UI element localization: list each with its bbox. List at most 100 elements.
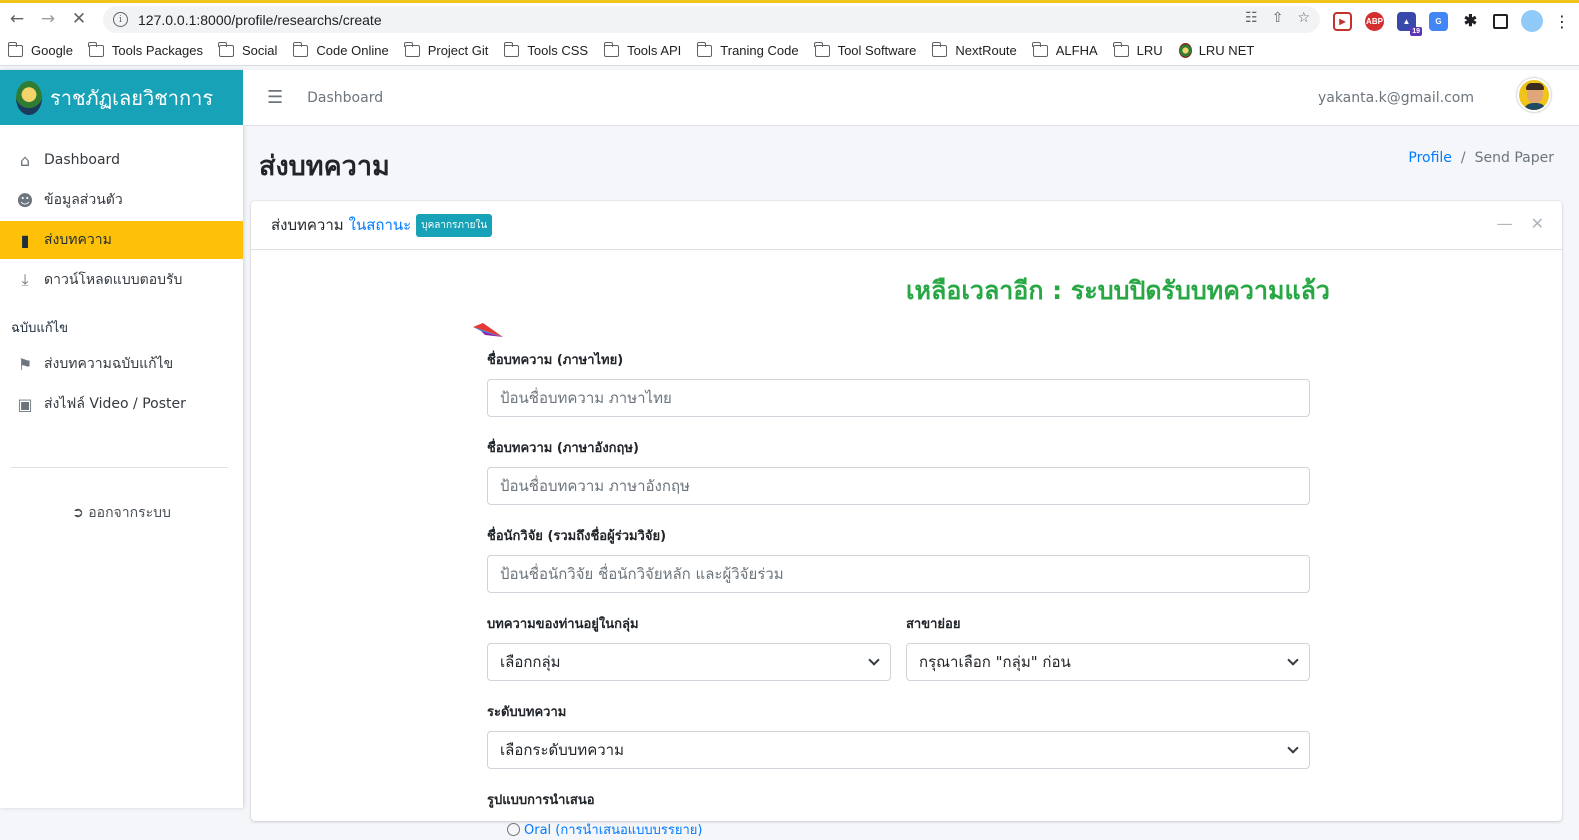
adblock-ext-icon[interactable]: ABP [1365,11,1384,31]
bookmark-label: Tools CSS [527,43,589,58]
bookmark-label: Tools API [627,43,682,58]
bookmark-nextroute[interactable]: NextRoute [931,41,1017,58]
url-text: 127.0.0.1:8000/profile/researchs/create [138,11,382,28]
card-header-status: ในสถานะ [348,216,412,234]
bookmark-traning-code[interactable]: Traning Code [696,41,799,58]
share-icon[interactable]: ⇧ [1272,10,1284,26]
presentation-option-oral[interactable]: Oral (การนำเสนอแบบบรรยาย) [507,819,1310,840]
sidebar-item-download[interactable]: ⤓ ดาวน์โหลดแบบตอบรับ [0,261,243,299]
folder-icon [1113,41,1129,57]
chevron-down-icon [1287,654,1299,666]
sidebar-item-label: ส่งบทความฉบับแก้ไข [44,356,174,372]
level-select[interactable]: เลือกระดับบทความ [487,731,1310,769]
bookmark-label: Google [31,43,73,58]
sidebar-item-send-video-poster[interactable]: ▣ ส่งไฟล์ Video / Poster [0,385,243,423]
subfield-label: สาขาย่อย [906,616,961,632]
breadcrumb-current: Send Paper [1474,150,1554,166]
forward-icon[interactable]: → [35,6,61,32]
bookmark-code-online[interactable]: Code Online [292,41,389,58]
sidebar-item-label: ดาวน์โหลดแบบตอบรับ [44,272,183,288]
sidebar-item-label: Dashboard [44,152,120,168]
sidebar-item-dashboard[interactable]: ⌂ Dashboard [0,141,243,179]
level-select-value: เลือกระดับบทความ [500,741,624,759]
bookmark-icon: ⚑ [17,354,33,374]
brand-title: ราชภัฏเลยวิชาการ [50,85,214,110]
user-email[interactable]: yakanta.k@gmail.com [1318,90,1474,106]
card-header: ส่งบทความ ในสถานะ บุคลากรภายใน — ✕ [251,201,1562,250]
bookmark-social[interactable]: Social [218,41,278,58]
browser-toolbar: ← → ✕ i 127.0.0.1:8000/profile/researchs… [0,3,1579,36]
folder-icon [814,41,830,57]
profile-avatar-icon[interactable] [1521,10,1543,32]
breadcrumb-profile-link[interactable]: Profile [1408,150,1452,166]
bookmark-tools-api[interactable]: Tools API [603,41,682,58]
browser-menu-icon[interactable]: ⋮ [1554,12,1570,31]
page-title: ส่งบทความ [259,151,390,182]
bookmark-label: Tools Packages [111,43,203,58]
folder-icon [88,41,104,57]
side-panel-icon[interactable] [1493,13,1508,29]
bookmark-star-icon[interactable]: ☆ [1297,10,1310,26]
home-icon: ⌂ [19,150,31,170]
bookmark-label: ALFHA [1055,43,1098,58]
bookmark-lru-net[interactable]: LRU NET [1178,43,1254,58]
subfield-select[interactable]: กรุณาเลือก "กลุ่ม" ก่อน [906,643,1310,681]
bookmark-project-git[interactable]: Project Git [404,41,489,58]
sidebar-item-label: ส่งไฟล์ Video / Poster [44,396,186,412]
bookmark-label: NextRoute [955,43,1017,58]
file-icon: ▣ [17,394,33,414]
presentation-label: รูปแบบการนำเสนอ [487,792,595,808]
bookmark-tool-software[interactable]: Tool Software [814,41,916,58]
title-en-input[interactable] [487,467,1310,505]
bookmark-alfha[interactable]: ALFHA [1032,41,1098,58]
sign-out-icon: ➲ [72,505,84,521]
title-en-label: ชื่อบทความ (ภาษาอังกฤษ) [487,440,639,456]
title-th-input[interactable] [487,379,1310,417]
google-translate-ext-icon[interactable]: G [1429,11,1448,31]
bookmark-google[interactable]: Google [7,41,73,58]
collapse-icon[interactable]: — [1497,214,1513,233]
graduation-ext-icon[interactable]: ▲ 19 [1397,11,1422,36]
sidebar-divider [11,467,228,468]
logout-link[interactable]: ➲ ออกจากระบบ [0,502,243,524]
sidebar-item-send-revision[interactable]: ⚑ ส่งบทความฉบับแก้ไข [0,345,243,383]
level-label: ระดับบทความ [487,704,567,720]
chevron-down-icon [868,654,880,666]
sidebar-item-send-paper[interactable]: ▮ ส่งบทความ [0,221,243,259]
presentation-option-label: Oral (การนำเสนอแบบบรรยาย) [524,823,703,838]
group-select[interactable]: เลือกกลุ่ม [487,643,891,681]
sidebar-item-profile[interactable]: ☻ ข้อมูลส่วนตัว [0,181,243,219]
stop-loading-icon[interactable]: ✕ [66,6,92,32]
bookmark-label: Social [241,43,278,58]
bookmarks-bar: Google Tools Packages Social Code Online… [0,36,1579,66]
hamburger-menu-icon[interactable]: ☰ [267,87,283,108]
download-icon: ⤓ [21,270,29,289]
researchers-input[interactable] [487,555,1310,593]
youtube-ext-icon[interactable]: ▶ [1333,11,1352,31]
group-col: บทความของท่านอยู่ในกลุ่ม เลือกกลุ่ม [487,611,891,699]
send-paper-card: ส่งบทความ ในสถานะ บุคลากรภายใน — ✕ เหลือ… [251,201,1562,838]
radio-button[interactable] [507,823,520,836]
title-th-label: ชื่อบทความ (ภาษาไทย) [487,352,624,368]
lru-logo-icon [1178,43,1192,58]
top-navbar: ☰ Dashboard yakanta.k@gmail.com [243,70,1579,126]
translate-icon[interactable]: ☷ [1245,10,1258,26]
chevron-down-icon [1287,742,1299,754]
close-icon[interactable]: ✕ [1531,214,1544,233]
bookmark-label: Project Git [427,43,489,58]
bookmark-lru[interactable]: LRU [1113,41,1163,58]
bookmark-tools-packages[interactable]: Tools Packages [88,41,203,58]
site-info-icon[interactable]: i [113,12,128,27]
sidebar: ราชภัฏเลยวิชาการ ⌂ Dashboard ☻ ข้อมูลส่ว… [0,70,243,808]
folder-icon [696,41,713,57]
avatar[interactable] [1517,78,1551,112]
folder-icon [1032,41,1048,57]
back-icon[interactable]: ← [4,6,30,32]
address-bar[interactable]: i 127.0.0.1:8000/profile/researchs/creat… [103,6,1320,33]
topnav-dashboard-link[interactable]: Dashboard [307,90,383,106]
folder-icon [931,41,948,57]
extensions-puzzle-icon[interactable]: ✱ [1461,12,1480,31]
bookmark-label: Code Online [316,43,389,58]
brand[interactable]: ราชภัฏเลยวิชาการ [0,70,243,125]
bookmark-tools-css[interactable]: Tools CSS [503,41,589,58]
